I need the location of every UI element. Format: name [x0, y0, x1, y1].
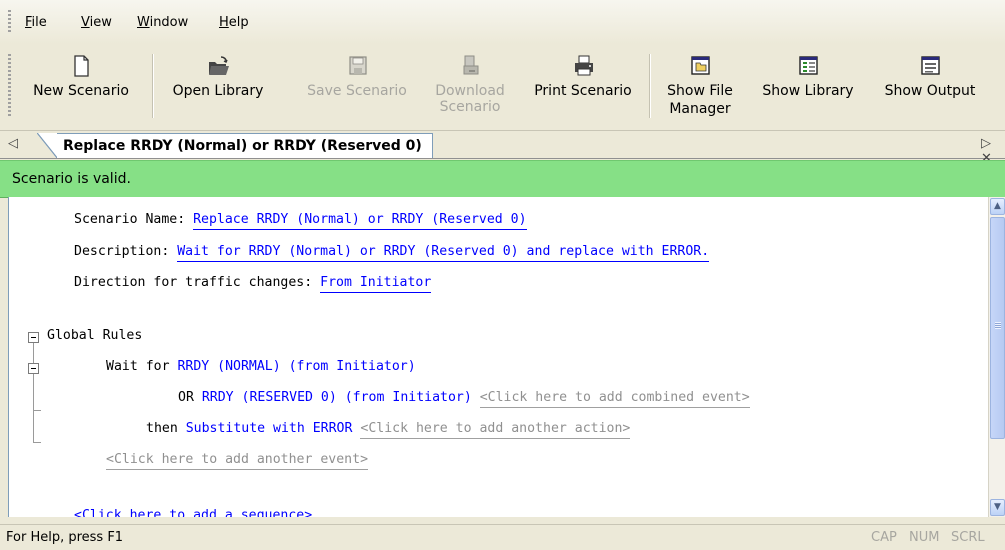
printer-icon — [570, 54, 596, 78]
menu-help-accel: H — [219, 15, 229, 30]
scenario-name-label: Scenario Name: — [74, 212, 194, 227]
show-file-label-line1: Show File — [667, 83, 733, 99]
tree-line — [33, 442, 41, 443]
description-line: Description: Wait for RRDY (Normal) or R… — [74, 244, 710, 262]
show-file-manager-button[interactable]: Show File Manager — [660, 52, 740, 124]
scroll-up-icon[interactable]: ▲ — [990, 198, 1005, 215]
direction-link[interactable]: From Initiator — [320, 275, 432, 293]
scenario-name-link[interactable]: Replace RRDY (Normal) or RRDY (Reserved … — [193, 212, 527, 230]
then-label: then — [146, 421, 186, 436]
download-scenario-button[interactable]: Download Scenario — [426, 52, 514, 124]
description-label: Description: — [74, 244, 178, 259]
open-library-label: Open Library — [172, 83, 264, 99]
show-library-label: Show Library — [762, 83, 854, 99]
new-scenario-label: New Scenario — [33, 83, 129, 99]
menu-window-label: indow — [149, 15, 189, 30]
print-scenario-button[interactable]: Print Scenario — [524, 52, 642, 124]
status-help-text: For Help, press F1 — [6, 530, 124, 545]
new-scenario-button[interactable]: New Scenario — [27, 52, 135, 124]
tree-line — [33, 410, 41, 411]
show-file-label-line2: Manager — [669, 101, 731, 117]
wait-for-line: Wait for RRDY (NORMAL) (from Initiator) — [106, 359, 416, 374]
menu-help-label: elp — [228, 15, 249, 30]
event-rrdy-normal-link[interactable]: RRDY (NORMAL) (from Initiator) — [177, 359, 415, 374]
cap-indicator: CAP — [871, 530, 897, 545]
validation-status-bar: Scenario is valid. — [0, 160, 1005, 198]
show-output-label: Show Output — [884, 83, 976, 99]
tab-active-scenario[interactable]: Replace RRDY (Normal) or RRDY (Reserved … — [37, 133, 433, 158]
add-action-link[interactable]: <Click here to add another action> — [360, 421, 631, 439]
menu-grip[interactable] — [8, 10, 11, 34]
direction-label: Direction for traffic changes: — [74, 275, 321, 290]
vertical-scrollbar[interactable]: ▲ ▼ — [988, 197, 1005, 517]
menu-file-label: ile — [31, 15, 47, 30]
add-event-link[interactable]: <Click here to add another event> — [106, 452, 369, 470]
validation-status-text: Scenario is valid. — [12, 171, 131, 187]
or-label: OR — [178, 390, 202, 405]
menu-view-label: iew — [89, 15, 112, 30]
wait-for-label: Wait for — [106, 359, 178, 374]
add-sequence-link[interactable]: <Click here to add a sequence> — [74, 508, 313, 517]
scenario-editor: Scenario Name: Replace RRDY (Normal) or … — [8, 197, 989, 517]
open-library-button[interactable]: Open Library — [163, 52, 273, 124]
global-rules-line: Global Rules — [47, 328, 142, 343]
menu-bar: File View Window Help — [0, 0, 1005, 44]
tab-strip: ◁ Replace RRDY (Normal) or RRDY (Reserve… — [0, 131, 1005, 166]
collapse-event-icon[interactable] — [28, 363, 39, 374]
event-rrdy-reserved-link[interactable]: RRDY (RESERVED 0) (from Initiator) — [202, 390, 472, 405]
show-library-button[interactable]: Show Library — [752, 52, 864, 124]
tree-line — [33, 343, 34, 443]
scenario-name-line: Scenario Name: Replace RRDY (Normal) or … — [74, 212, 527, 230]
num-indicator: NUM — [909, 530, 940, 545]
toolbar-grip[interactable] — [8, 54, 11, 118]
menu-file[interactable]: File — [25, 15, 47, 30]
output-window-icon — [917, 54, 943, 78]
collapse-global-rules-icon[interactable] — [28, 332, 39, 343]
toolbar: New Scenario Open Library Save Scenario … — [0, 44, 1005, 131]
file-manager-window-icon — [687, 54, 713, 78]
add-combined-event-link[interactable]: <Click here to add combined event> — [479, 390, 750, 408]
description-link[interactable]: Wait for RRDY (Normal) or RRDY (Reserved… — [177, 244, 710, 262]
menu-window[interactable]: Window — [137, 15, 188, 30]
direction-line: Direction for traffic changes: From Init… — [74, 275, 432, 293]
save-disk-icon — [344, 54, 370, 78]
save-scenario-label: Save Scenario — [307, 83, 407, 99]
download-device-icon — [457, 54, 483, 78]
toolbar-separator — [649, 54, 650, 118]
library-window-icon — [795, 54, 821, 78]
menu-window-accel: W — [137, 15, 150, 30]
menu-view-accel: V — [81, 15, 90, 30]
print-scenario-label: Print Scenario — [534, 83, 632, 99]
download-label-line2: Scenario — [439, 99, 501, 115]
menu-help[interactable]: Help — [219, 15, 249, 30]
scroll-thumb[interactable] — [990, 217, 1005, 439]
or-event-line: OR RRDY (RESERVED 0) (from Initiator) <C… — [178, 390, 750, 408]
add-sequence-line: <Click here to add a sequence> — [74, 508, 313, 517]
menu-view[interactable]: View — [81, 15, 112, 30]
save-scenario-button[interactable]: Save Scenario — [296, 52, 418, 124]
new-document-icon — [68, 54, 94, 78]
scrl-indicator: SCRL — [951, 530, 985, 545]
scroll-down-icon[interactable]: ▼ — [990, 499, 1005, 516]
open-folder-icon — [205, 54, 231, 78]
substitute-action-link[interactable]: Substitute with ERROR — [186, 421, 353, 436]
add-event-line: <Click here to add another event> — [106, 452, 369, 470]
then-action-line: then Substitute with ERROR <Click here t… — [146, 421, 631, 439]
toolbar-separator — [152, 54, 153, 118]
global-rules-label: Global Rules — [47, 328, 143, 343]
tab-scroll-left-icon[interactable]: ◁ — [8, 136, 18, 151]
tab-active-label: Replace RRDY (Normal) or RRDY (Reserved … — [63, 138, 422, 154]
status-bar: For Help, press F1 CAP NUM SCRL — [0, 524, 1005, 550]
show-output-button[interactable]: Show Output — [876, 52, 984, 124]
